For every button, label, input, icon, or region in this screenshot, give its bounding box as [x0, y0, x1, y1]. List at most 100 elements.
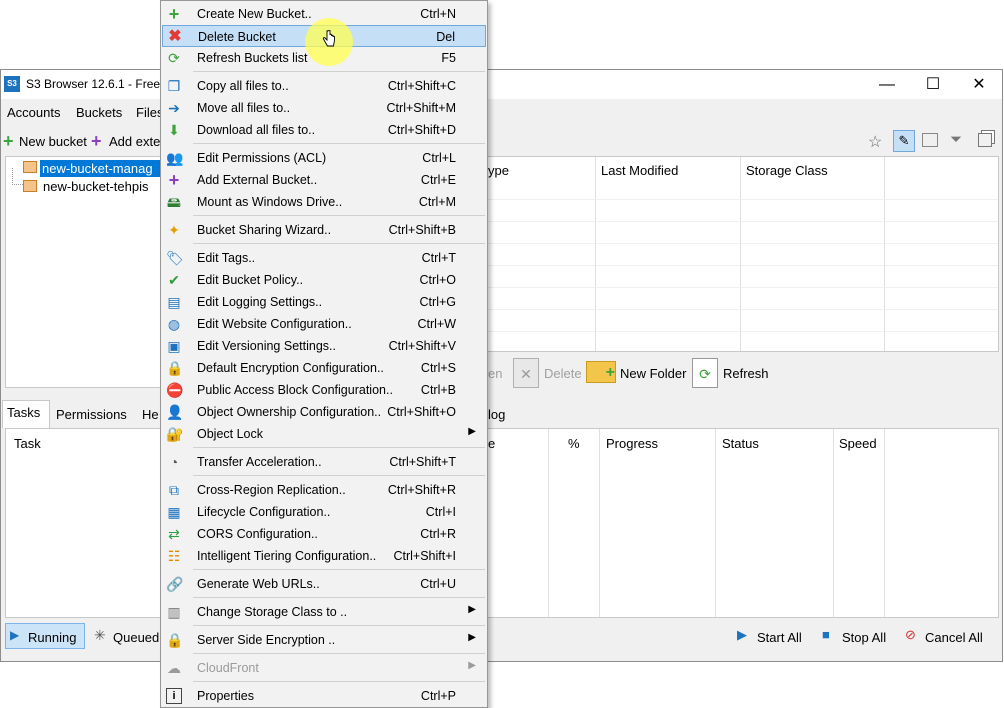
start-all-button[interactable]: Start All — [757, 630, 802, 645]
lock-icon: 🔐 — [166, 426, 184, 442]
sse-icon: 🔒 — [166, 632, 184, 648]
menu-shortcut: Ctrl+G — [419, 295, 456, 309]
tiering-icon: ☷ — [167, 548, 181, 564]
menu-label: Default Encryption Configuration.. — [197, 361, 384, 375]
cancel-all-button[interactable]: Cancel All — [925, 630, 983, 645]
menu-lifecycle-configuration[interactable]: ▦ Lifecycle Configuration.. Ctrl+I — [162, 501, 486, 523]
menu-edit-logging[interactable]: ▤ Edit Logging Settings.. Ctrl+G — [162, 291, 486, 313]
filter-icon[interactable]: ⏷ — [950, 131, 962, 148]
panel-icon[interactable] — [922, 133, 938, 147]
running-button[interactable]: Running — [28, 630, 76, 645]
menu-cors-configuration[interactable]: ⇄ CORS Configuration.. Ctrl+R — [162, 523, 486, 545]
menu-edit-permissions[interactable]: 👥 Edit Permissions (ACL) Ctrl+L — [162, 147, 486, 169]
delete-file-icon: ✕ — [513, 358, 539, 388]
tab-permissions[interactable]: Permissions — [56, 407, 127, 422]
menu-server-side-encryption[interactable]: 🔒 Server Side Encryption .. ▶ — [162, 629, 486, 651]
menu-mount-drive[interactable]: 🖴 Mount as Windows Drive.. Ctrl+M — [162, 191, 486, 213]
menu-change-storage-class[interactable]: ▥ Change Storage Class to .. ▶ — [162, 601, 486, 623]
tab-tasks[interactable]: Tasks — [7, 405, 40, 420]
menu-download-all-files[interactable]: ⬇ Download all files to.. Ctrl+Shift+D — [162, 119, 486, 141]
column-size[interactable]: e — [488, 436, 495, 451]
column-divider — [740, 157, 741, 351]
menu-edit-website[interactable]: ◍ Edit Website Configuration.. Ctrl+W — [162, 313, 486, 335]
stop-all-button[interactable]: Stop All — [842, 630, 886, 645]
menu-copy-all-files[interactable]: ❐ Copy all files to.. Ctrl+Shift+C — [162, 75, 486, 97]
menu-cloudfront[interactable]: ☁ CloudFront ▶ — [162, 657, 486, 679]
menu-label: Lifecycle Configuration.. — [197, 505, 331, 519]
add-external-button[interactable]: Add exter — [109, 134, 165, 149]
column-storage-class[interactable]: Storage Class — [746, 163, 828, 178]
maximize-button[interactable]: ☐ — [910, 70, 956, 99]
open-button[interactable]: en — [488, 366, 502, 381]
new-bucket-button[interactable]: New bucket — [19, 134, 87, 149]
delete-file-button[interactable]: Delete — [544, 366, 582, 381]
tree-item-bucket-selected[interactable]: new-bucket-manag — [40, 160, 164, 177]
menu-label: CloudFront — [197, 661, 259, 675]
menu-cross-region-replication[interactable]: ⧉ Cross-Region Replication.. Ctrl+Shift+… — [162, 479, 486, 501]
menu-edit-versioning[interactable]: ▣ Edit Versioning Settings.. Ctrl+Shift+… — [162, 335, 486, 357]
close-button[interactable]: ✕ — [956, 70, 1002, 99]
column-percent[interactable]: % — [568, 436, 580, 451]
app-icon: S3 — [4, 76, 20, 92]
menu-shortcut: Ctrl+S — [420, 361, 456, 375]
menu-label: Edit Logging Settings.. — [197, 295, 323, 309]
menu-label: CORS Configuration.. — [197, 527, 318, 541]
column-status[interactable]: Status — [722, 436, 759, 451]
menu-label: Intelligent Tiering Configuration.. — [197, 549, 377, 563]
menu-shortcut: Ctrl+L — [422, 151, 456, 165]
menu-label: Copy all files to.. — [197, 79, 289, 93]
menu-separator — [193, 681, 485, 682]
block-icon: ⛔ — [166, 382, 184, 398]
menu-add-external-bucket[interactable]: + Add External Bucket.. Ctrl+E — [162, 169, 486, 191]
row-divider — [487, 221, 998, 222]
menu-generate-web-urls[interactable]: 🔗 Generate Web URLs.. Ctrl+U — [162, 573, 486, 595]
menu-separator — [193, 447, 485, 448]
menu-shortcut: Ctrl+Shift+O — [387, 405, 456, 419]
column-divider — [548, 429, 549, 617]
menu-label: Transfer Acceleration.. — [197, 455, 322, 469]
refresh-button[interactable]: Refresh — [723, 366, 769, 381]
tab-eventlog[interactable]: log — [488, 407, 505, 422]
menu-shortcut: Ctrl+Shift+C — [387, 79, 456, 93]
download-icon: ⬇ — [168, 122, 180, 138]
menu-buckets[interactable]: Buckets — [76, 105, 122, 120]
bucket-icon — [23, 161, 37, 173]
menu-public-access-block[interactable]: ⛔ Public Access Block Configuration.. Ct… — [162, 379, 486, 401]
versioning-icon: ▣ — [167, 338, 181, 354]
menu-object-ownership[interactable]: 👤 Object Ownership Configuration.. Ctrl+… — [162, 401, 486, 423]
copy-view-icon[interactable] — [978, 133, 992, 147]
refresh-file-icon: ⟳ — [692, 358, 718, 388]
queued-button[interactable]: Queued — [113, 630, 159, 645]
menu-shortcut: Ctrl+Shift+D — [387, 123, 456, 137]
column-progress[interactable]: Progress — [606, 436, 658, 451]
tab-headers[interactable]: He — [142, 407, 159, 422]
menu-shortcut: Ctrl+Shift+R — [387, 483, 456, 497]
cloudfront-icon: ☁ — [167, 660, 181, 676]
column-type[interactable]: ype — [488, 163, 509, 178]
menu-shortcut: Ctrl+N — [420, 7, 456, 21]
menu-default-encryption[interactable]: 🔒 Default Encryption Configuration.. Ctr… — [162, 357, 486, 379]
minimize-button[interactable]: — — [864, 70, 910, 99]
menu-label: Mount as Windows Drive.. — [197, 195, 343, 209]
column-divider — [595, 157, 596, 351]
menu-properties[interactable]: i Properties Ctrl+P — [162, 685, 486, 707]
menu-bucket-sharing-wizard[interactable]: ✦ Bucket Sharing Wizard.. Ctrl+Shift+B — [162, 219, 486, 241]
new-folder-button[interactable]: New Folder — [620, 366, 686, 381]
menu-edit-bucket-policy[interactable]: ✔ Edit Bucket Policy.. Ctrl+O — [162, 269, 486, 291]
pencil-icon[interactable]: ✎ — [893, 130, 915, 152]
menu-move-all-files[interactable]: ➔ Move all files to.. Ctrl+Shift+M — [162, 97, 486, 119]
menu-object-lock[interactable]: 🔐 Object Lock ▶ — [162, 423, 486, 445]
purple-plus-icon: + — [168, 170, 180, 190]
column-divider — [833, 429, 834, 617]
menu-transfer-acceleration[interactable]: ◔ Transfer Acceleration.. Ctrl+Shift+T — [162, 451, 486, 473]
menu-intelligent-tiering[interactable]: ☷ Intelligent Tiering Configuration.. Ct… — [162, 545, 486, 567]
menu-shortcut: Ctrl+R — [420, 527, 456, 541]
column-last-modified[interactable]: Last Modified — [601, 163, 678, 178]
column-speed[interactable]: Speed — [839, 436, 877, 451]
menu-accounts[interactable]: Accounts — [7, 105, 60, 120]
menu-edit-tags[interactable]: 🏷 Edit Tags.. Ctrl+T — [162, 247, 486, 269]
column-task[interactable]: Task — [14, 436, 41, 451]
cancel-all-icon: ⊘ — [905, 627, 916, 642]
star-icon[interactable]: ☆ — [868, 132, 882, 152]
tree-item-bucket[interactable]: new-bucket-tehpis — [43, 179, 149, 194]
